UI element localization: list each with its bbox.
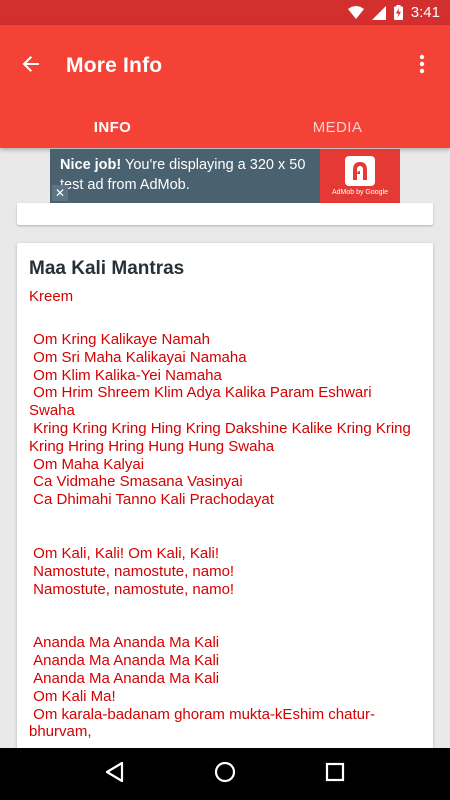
back-button[interactable]	[0, 25, 62, 107]
mantra-text: Om Kring Kalikaye Namah Om Sri Maha Kali…	[29, 331, 421, 741]
arrow-back-icon	[21, 54, 41, 79]
mantra-line: Om karala-badanam ghoram mukta-kEshim ch…	[29, 705, 375, 741]
nav-recents-icon	[325, 762, 345, 787]
ad-brand-label: AdMob by Google	[331, 189, 389, 196]
more-vert-icon	[419, 54, 425, 79]
mantra-line: Ananda Ma Ananda Ma Kali	[29, 669, 220, 687]
mantra-line: Om Klim Kalika-Yei Namaha	[29, 366, 222, 384]
tab-bar: INFO MEDIA	[0, 107, 450, 148]
signal-icon	[371, 5, 386, 20]
previous-card	[17, 203, 433, 225]
mantra-line: Namostute, namostute, namo!	[29, 580, 235, 598]
status-time: 3:41	[410, 4, 440, 21]
mantras-card: Maa Kali Mantras Kreem Om Kring Kalikaye…	[17, 243, 433, 763]
mantra-line: Om Kali, Kali! Om Kali, Kali!	[29, 544, 220, 562]
tab-media[interactable]: MEDIA	[225, 107, 450, 148]
page-title: More Info	[66, 54, 163, 77]
tab-info[interactable]: INFO	[0, 107, 225, 148]
mantra-line: Ananda Ma Ananda Ma Kali	[29, 652, 220, 670]
nav-recents-button[interactable]	[315, 754, 355, 794]
wifi-icon	[347, 5, 364, 20]
mantra-line: Om Hrim Shreem Klim Adya Kalika Param Es…	[29, 384, 376, 420]
nav-home-button[interactable]	[205, 754, 245, 794]
admob-logo-icon	[345, 156, 375, 186]
app-bar: More Info INFO MEDIA	[0, 25, 450, 148]
mantra-line: Om Sri Maha Kalikayai Namaha	[29, 348, 247, 366]
mantra-line: Namostute, namostute, namo!	[29, 562, 235, 580]
ad-text-area[interactable]: Nice job! You're displaying a 320 x 50 t…	[50, 149, 320, 203]
toolbar: More Info	[0, 25, 450, 107]
nav-home-icon	[214, 761, 236, 788]
ad-close-icon[interactable]: ✕	[52, 185, 68, 201]
battery-charging-icon	[393, 5, 403, 20]
mantra-line: Kring Kring Kring Hing Kring Dakshine Ka…	[29, 419, 416, 455]
card-subtitle: Kreem	[29, 288, 74, 305]
mantra-line: Om Kring Kalikaye Namah	[29, 331, 210, 348]
mantra-line: Om Maha Kalyai	[29, 455, 145, 473]
overflow-menu-button[interactable]	[402, 46, 442, 86]
status-bar: 3:41	[0, 0, 450, 25]
mantra-line: Ananda Ma Ananda Ma Kali	[29, 634, 220, 652]
mantra-line: Ca Vidmahe Smasana Vasinyai	[29, 473, 243, 491]
mantra-line: Ca Dhimahi Tanno Kali Prachodayat	[29, 491, 274, 509]
admob-logo-area[interactable]: AdMob by Google	[320, 149, 400, 203]
system-nav-bar	[0, 748, 450, 800]
card-title: Maa Kali Mantras	[29, 258, 185, 279]
ad-banner[interactable]: Nice job! You're displaying a 320 x 50 t…	[50, 149, 400, 203]
ad-headline: Nice job!	[60, 157, 122, 173]
nav-back-button[interactable]	[95, 754, 135, 794]
mantra-line: Om Kali Ma!	[29, 687, 116, 705]
nav-back-icon	[105, 761, 125, 788]
